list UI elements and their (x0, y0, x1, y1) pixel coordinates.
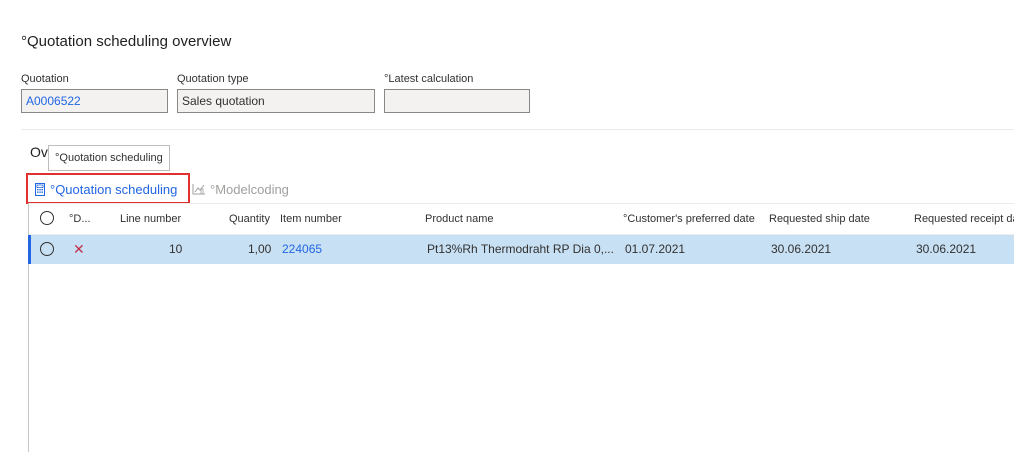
item-number-link[interactable]: 224065 (282, 235, 322, 264)
chart-icon (192, 183, 206, 195)
lines-grid: °D... Line number Quantity Item number P… (28, 203, 1014, 264)
quotation-label: Quotation (21, 73, 69, 85)
modelcoding-label: °Modelcoding (210, 181, 289, 197)
section-divider (21, 129, 1014, 130)
quotation-scheduling-button[interactable]: °Quotation scheduling (34, 180, 177, 198)
column-header-product-name[interactable]: Product name (425, 204, 493, 234)
column-header-item-number[interactable]: Item number (280, 204, 342, 234)
quotation-type-label: Quotation type (177, 73, 249, 85)
customer-preferred-date-cell: 01.07.2021 (625, 242, 686, 256)
requested-ship-date-cell: 30.06.2021 (771, 242, 832, 256)
tooltip: °Quotation scheduling (48, 145, 170, 171)
quantity-cell: 1,00 (248, 242, 272, 256)
column-header-d[interactable]: °D... (69, 204, 91, 234)
product-name-cell: Pt13%Rh Thermodraht RP Dia 0,... (427, 242, 614, 256)
column-header-customer-preferred-date[interactable]: °Customer's preferred date (623, 204, 755, 234)
quotation-type-field[interactable]: Sales quotation (177, 89, 375, 113)
latest-calculation-field[interactable] (384, 89, 530, 113)
overview-section-title: Ov (30, 144, 48, 160)
select-all-radio[interactable] (40, 211, 54, 225)
page-title: °Quotation scheduling overview (21, 33, 232, 50)
modelcoding-button[interactable]: °Modelcoding (192, 180, 289, 198)
calculator-icon (34, 182, 46, 196)
column-header-quantity[interactable]: Quantity (229, 204, 270, 234)
grid-header: °D... Line number Quantity Item number P… (29, 203, 1014, 235)
x-mark-icon[interactable]: ✕ (73, 235, 85, 264)
table-row[interactable]: ✕ 10 1,00 224065 Pt13%Rh Thermodraht RP … (28, 235, 1014, 264)
row-select-radio[interactable] (40, 242, 54, 256)
requested-receipt-date-cell: 30.06.2021 (916, 242, 977, 256)
column-header-line-number[interactable]: Line number (120, 204, 181, 234)
latest-calculation-label: °Latest calculation (384, 73, 474, 85)
column-header-requested-receipt-date[interactable]: Requested receipt da (914, 204, 1014, 234)
line-number-cell: 10 (169, 242, 183, 256)
quotation-field[interactable]: A0006522 (21, 89, 168, 113)
quotation-scheduling-label: °Quotation scheduling (50, 181, 178, 197)
column-header-requested-ship-date[interactable]: Requested ship date (769, 204, 870, 234)
